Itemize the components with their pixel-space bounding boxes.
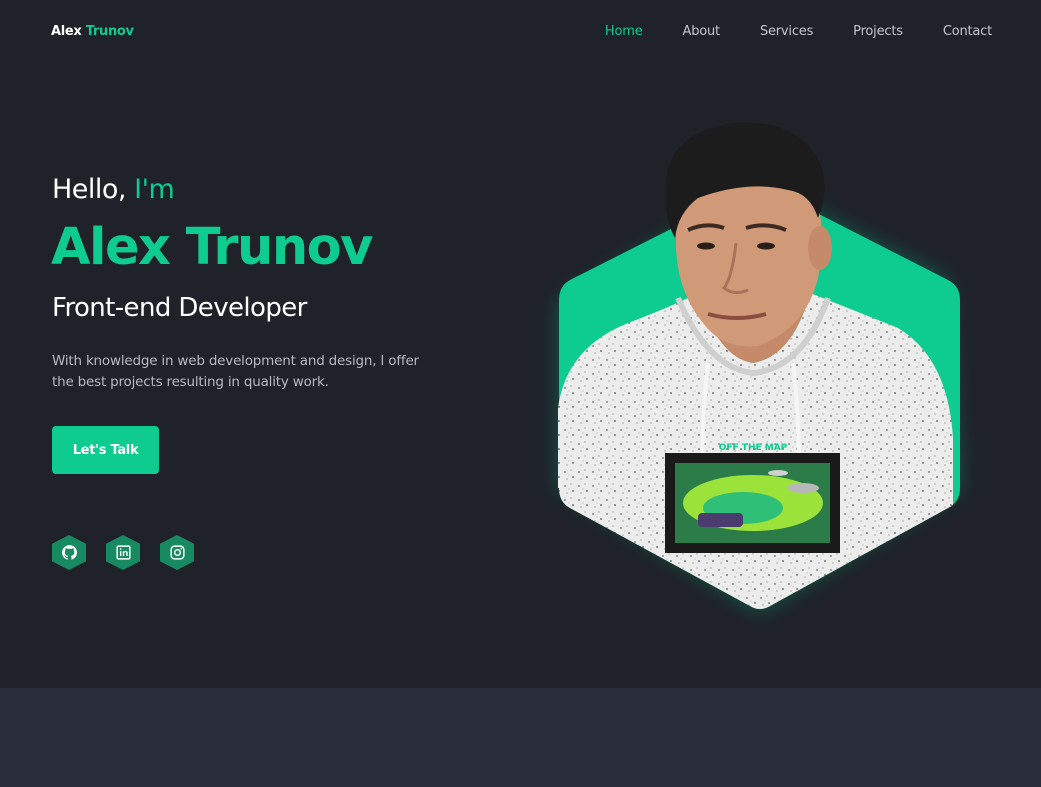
logo-last-name: Trunov — [85, 24, 134, 39]
social-links — [52, 535, 194, 570]
nav-link-services[interactable]: Services — [760, 24, 813, 39]
greeting-accent: I'm — [134, 174, 175, 205]
next-section — [0, 688, 1041, 787]
hoodie-print-text: OFF THE MAP — [719, 443, 788, 453]
instagram-icon — [169, 545, 185, 560]
nav-link-home[interactable]: Home — [605, 24, 643, 39]
greeting-text: Hello, — [52, 174, 127, 205]
lets-talk-button[interactable]: Let's Talk — [52, 426, 159, 474]
profile-photo: OFF THE MAP — [558, 122, 960, 612]
linkedin-icon — [115, 545, 131, 560]
logo-first-name: Alex — [51, 24, 82, 39]
nav-link-about[interactable]: About — [683, 24, 721, 39]
main-nav: Home About Services Projects Contact — [605, 24, 992, 39]
nav-link-contact[interactable]: Contact — [943, 24, 992, 39]
linkedin-link[interactable] — [106, 535, 140, 570]
profile-portrait: OFF THE MAP — [548, 118, 968, 618]
instagram-link[interactable] — [160, 535, 194, 570]
hero-role: Front-end Developer — [52, 293, 307, 323]
hero-name: Alex Trunov — [51, 218, 373, 277]
github-icon — [61, 545, 77, 560]
hero-section: Alex Trunov Home About Services Projects… — [0, 0, 1041, 688]
nav-link-projects[interactable]: Projects — [853, 24, 903, 39]
github-link[interactable] — [52, 535, 86, 570]
hero-greeting: Hello, I'm — [52, 174, 175, 205]
hero-description: With knowledge in web development and de… — [52, 353, 419, 390]
logo[interactable]: Alex Trunov — [51, 24, 134, 39]
